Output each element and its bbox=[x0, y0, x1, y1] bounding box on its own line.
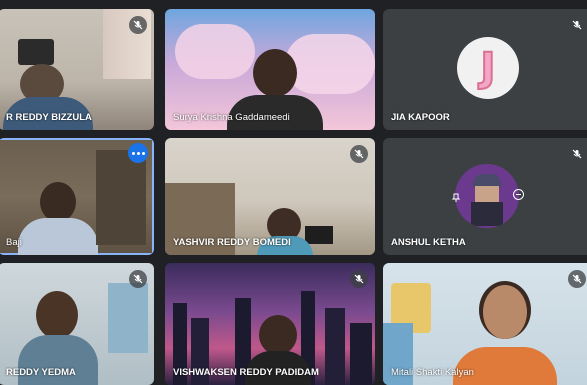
dot-icon bbox=[131, 151, 135, 155]
mic-muted-icon bbox=[568, 145, 586, 163]
participant-name: JIA KAPOOR bbox=[391, 112, 450, 123]
participant-tile[interactable]: ANSHUL KETHA bbox=[383, 138, 587, 255]
dot-icon bbox=[141, 151, 145, 155]
mic-muted-icon bbox=[350, 145, 368, 163]
participant-name: Mitali Shakti Kalyan bbox=[391, 367, 474, 378]
avatar: J bbox=[457, 37, 519, 99]
avatar bbox=[455, 164, 519, 228]
mic-muted-icon bbox=[129, 270, 147, 288]
more-options-button[interactable] bbox=[128, 143, 148, 163]
participant-name: Surya Krishna Gaddameedi bbox=[173, 112, 290, 123]
participant-name: REDDY YEDMA bbox=[6, 367, 76, 378]
dot-icon bbox=[136, 151, 140, 155]
participant-name: ANSHUL KETHA bbox=[391, 237, 466, 248]
participant-tile[interactable]: VISHWAKSEN REDDY PADIDAM bbox=[165, 263, 375, 385]
remove-icon[interactable] bbox=[513, 189, 524, 200]
mic-muted-icon bbox=[129, 16, 147, 34]
participant-name: YASHVIR REDDY BOMEDI bbox=[173, 237, 291, 248]
participant-tile[interactable]: Baji bbox=[0, 138, 154, 255]
participant-tile[interactable]: Surya Krishna Gaddameedi bbox=[165, 9, 375, 130]
participant-name: VISHWAKSEN REDDY PADIDAM bbox=[173, 367, 319, 378]
participant-tile[interactable]: REDDY YEDMA bbox=[0, 263, 154, 385]
participant-tile[interactable]: R REDDY BIZZULA bbox=[0, 9, 154, 130]
avatar-letter: J bbox=[480, 44, 497, 92]
pin-icon[interactable] bbox=[451, 190, 461, 202]
participant-name: R REDDY BIZZULA bbox=[6, 112, 92, 123]
mic-muted-icon bbox=[568, 270, 586, 288]
participant-name: Baji bbox=[6, 237, 22, 248]
participant-tile[interactable]: Mitali Shakti Kalyan bbox=[383, 263, 587, 385]
mic-muted-icon bbox=[568, 16, 586, 34]
mic-muted-icon bbox=[350, 270, 368, 288]
participant-tile[interactable]: YASHVIR REDDY BOMEDI bbox=[165, 138, 375, 255]
participant-tile[interactable]: J JIA KAPOOR bbox=[383, 9, 587, 130]
